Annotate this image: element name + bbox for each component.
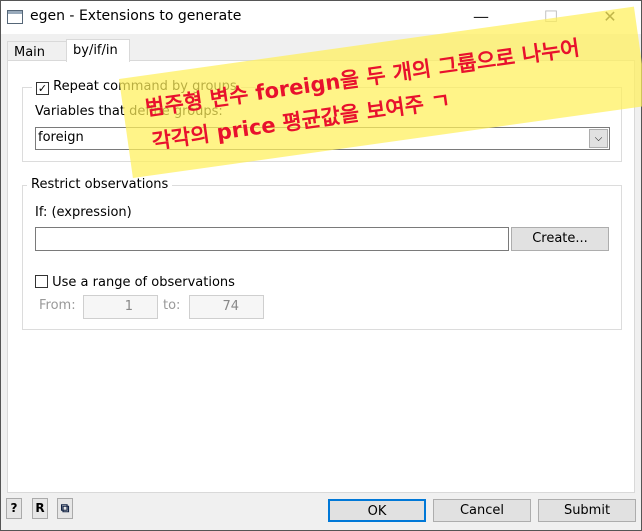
to-value: 74 [222,299,239,314]
from-value: 1 [124,299,133,314]
chevron-down-icon[interactable]: ⌵ [589,129,608,148]
to-spinner[interactable]: 74 [189,295,264,319]
from-spinner[interactable]: 1 [83,295,158,319]
app-icon [7,10,23,24]
if-expression-input[interactable] [35,227,509,251]
cancel-button[interactable]: Cancel [433,499,531,522]
group-vars-value: foreign [38,130,84,145]
restrict-title: Restrict observations [27,177,173,192]
submit-button[interactable]: Submit [538,499,636,522]
help-icon[interactable]: ? [6,498,22,519]
if-label: If: (expression) [35,205,132,220]
copy-icon[interactable]: ⧉ [57,498,73,519]
to-label: to: [163,298,181,313]
range-label: Use a range of observations [52,275,235,290]
range-checkbox[interactable]: Use a range of observations [35,275,235,290]
checkbox-checked-icon: ✓ [36,82,49,95]
dialog-window: egen - Extensions to generate — ☐ ✕ Main… [0,0,642,531]
ok-button[interactable]: OK [328,499,426,522]
checkbox-unchecked-icon [35,275,48,288]
from-label: From: [39,298,76,313]
reset-icon[interactable]: R [32,498,48,519]
tab-by-if-in[interactable]: by/if/in [66,39,130,62]
create-button[interactable]: Create... [511,227,609,251]
window-title: egen - Extensions to generate [30,8,242,24]
